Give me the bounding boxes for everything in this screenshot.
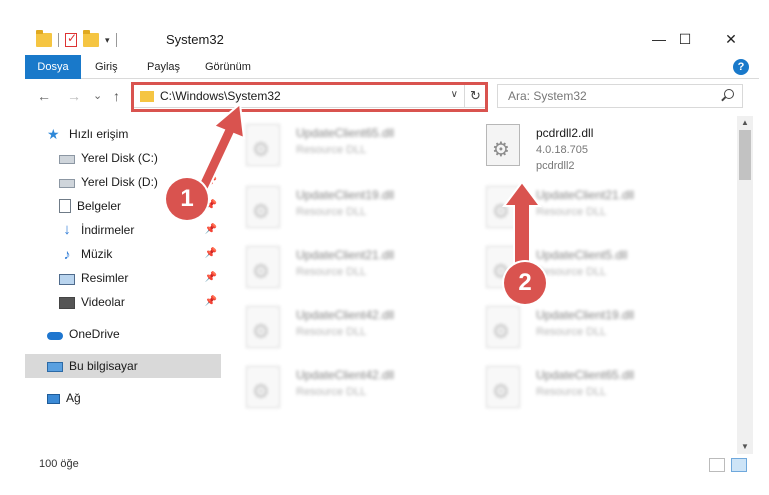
callout-2: 2 <box>504 262 546 304</box>
annotation-arrows <box>194 102 542 265</box>
arrow-1 <box>194 102 246 196</box>
callout-1: 1 <box>166 178 208 220</box>
arrow-2 <box>502 180 542 265</box>
